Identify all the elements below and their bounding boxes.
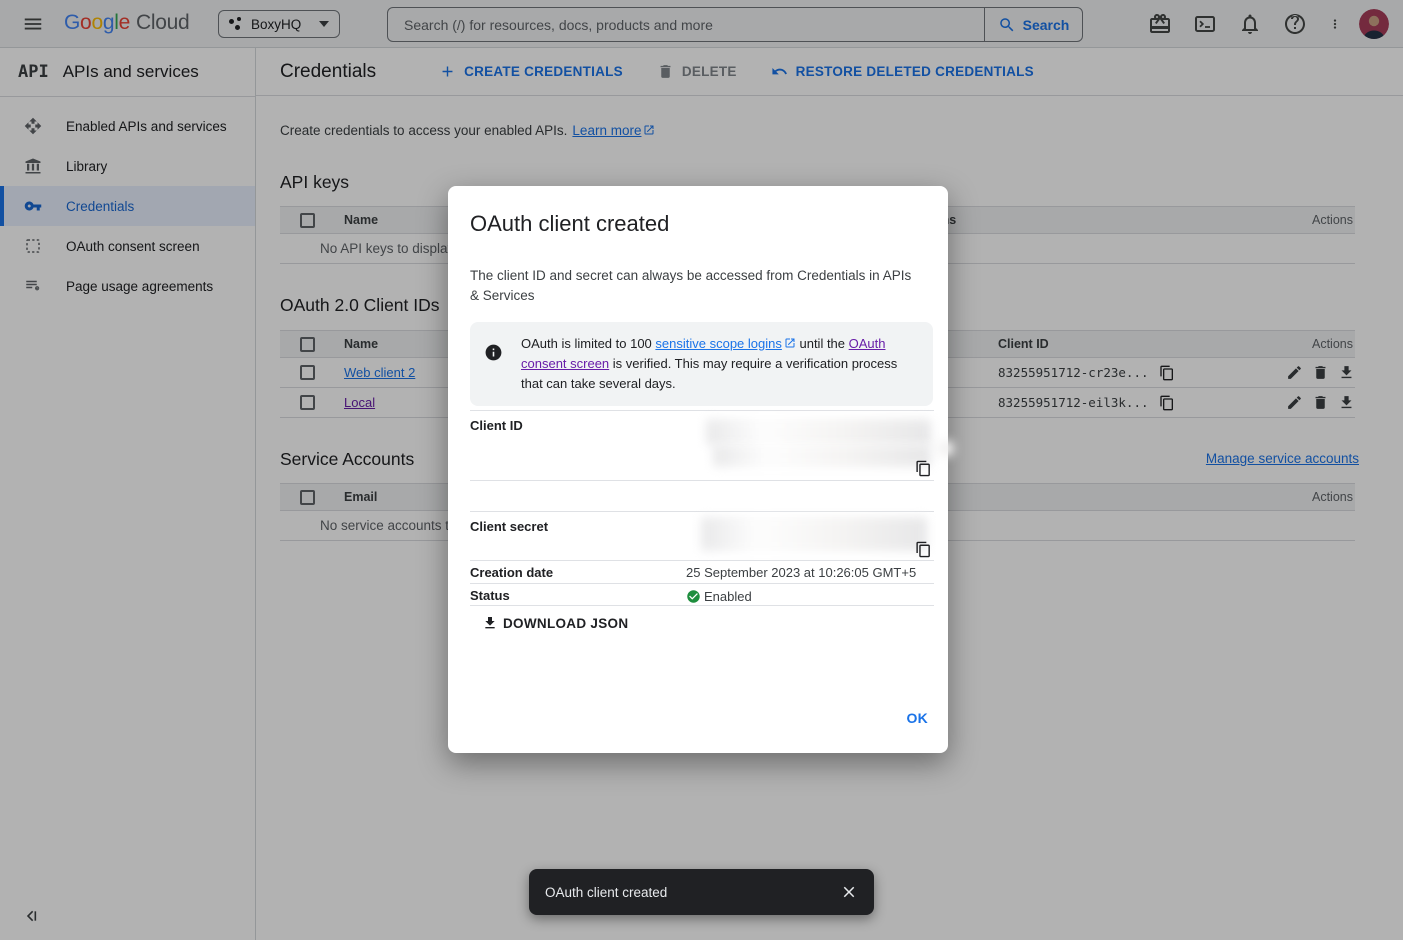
creation-date-label: Creation date	[470, 561, 686, 583]
dialog-title: OAuth client created	[470, 211, 669, 237]
copy-client-id-icon[interactable]	[915, 460, 932, 477]
copy-client-secret-icon[interactable]	[915, 541, 932, 558]
verification-notice: OAuth is limited to 100 sensitive scope …	[470, 322, 933, 406]
creation-date-value: 25 September 2023 at 10:26:05 GMT+5	[686, 561, 934, 583]
toast-message: OAuth client created	[545, 885, 667, 900]
ok-button[interactable]: OK	[907, 710, 929, 726]
creation-date-row: Creation date 25 September 2023 at 10:26…	[470, 560, 934, 583]
client-secret-row: Client secret	[470, 511, 934, 560]
client-id-label: Client ID	[470, 411, 686, 480]
redacted-client-secret	[701, 517, 927, 551]
sensitive-scope-logins-link[interactable]: sensitive scope logins	[655, 336, 795, 351]
redacted-client-id	[930, 441, 954, 456]
gcp-console: Google Cloud BoxyHQ Search	[0, 0, 1403, 940]
oauth-client-created-dialog: OAuth client created The client ID and s…	[448, 186, 948, 753]
dialog-description: The client ID and secret can always be a…	[470, 266, 920, 306]
client-id-row: Client ID	[470, 410, 934, 480]
check-circle-icon	[686, 589, 701, 604]
external-link-icon	[784, 337, 796, 349]
status-row: Status Enabled	[470, 583, 934, 606]
redacted-client-id	[706, 419, 931, 445]
client-secret-label: Client secret	[470, 512, 686, 560]
toast-notification: OAuth client created	[529, 869, 874, 915]
info-icon	[484, 343, 503, 362]
dialog-fields: Client ID Client secret Creation date 25…	[470, 410, 934, 606]
close-icon[interactable]	[840, 883, 858, 901]
status-badge: Enabled	[704, 589, 752, 604]
redacted-client-id	[713, 444, 931, 467]
spacer-row	[470, 480, 934, 511]
download-icon	[482, 615, 498, 631]
status-label: Status	[470, 584, 686, 605]
download-json-button[interactable]: DOWNLOAD JSON	[482, 615, 628, 631]
